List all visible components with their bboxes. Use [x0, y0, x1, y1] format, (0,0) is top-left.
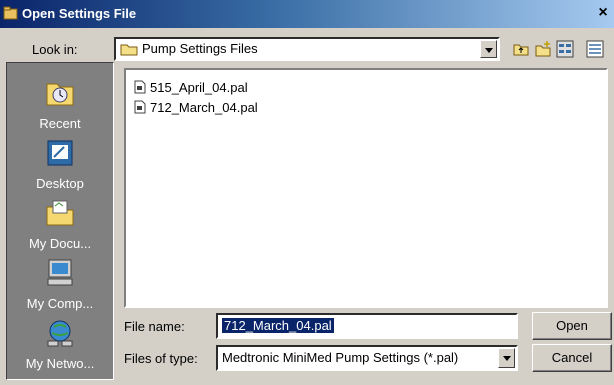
place-label: My Comp... — [26, 296, 94, 311]
open-button[interactable]: Open — [532, 312, 612, 340]
file-item[interactable]: 515_April_04.pal — [134, 78, 248, 96]
look-in-dropdown-arrow[interactable] — [480, 40, 497, 58]
places-bar: Recent Desktop My Docu... My Comp... My … — [6, 62, 114, 380]
files-of-type-dropdown-arrow[interactable] — [498, 348, 515, 368]
file-list[interactable]: 515_April_04.pal 712_March_04.pal — [124, 68, 608, 308]
place-my-documents[interactable]: My Docu... — [7, 197, 113, 251]
close-icon[interactable]: × — [594, 4, 612, 22]
file-name: 515_April_04.pal — [150, 79, 248, 95]
place-label: Desktop — [36, 176, 84, 191]
place-recent[interactable]: Recent — [7, 77, 113, 131]
place-label: My Netwo... — [25, 356, 95, 371]
file-item[interactable]: 712_March_04.pal — [134, 98, 258, 116]
details-view-icon[interactable] — [586, 40, 604, 58]
files-of-type-dropdown[interactable]: Medtronic MiniMed Pump Settings (*.pal) — [216, 345, 518, 371]
title-bar[interactable]: Open Settings File × — [0, 0, 614, 28]
place-my-computer[interactable]: My Comp... — [7, 257, 113, 311]
new-folder-icon[interactable] — [534, 40, 552, 58]
desktop-icon — [47, 140, 73, 166]
up-folder-icon[interactable] — [512, 40, 530, 58]
list-view-icon[interactable] — [556, 40, 574, 58]
my-documents-icon — [46, 200, 74, 226]
file-name: 712_March_04.pal — [150, 99, 258, 115]
place-label: Recent — [39, 116, 81, 131]
file-name-value: 712_March_04.pal — [222, 318, 334, 333]
cancel-button[interactable]: Cancel — [532, 344, 612, 372]
files-of-type-label: Files of type: — [124, 351, 198, 366]
place-my-network[interactable]: My Netwo... — [7, 317, 113, 371]
file-icon — [134, 100, 146, 114]
look-in-value: Pump Settings Files — [142, 41, 258, 56]
window-title: Open Settings File — [22, 6, 137, 21]
look-in-dropdown[interactable]: Pump Settings Files — [114, 37, 500, 61]
app-icon — [3, 6, 18, 20]
file-name-input[interactable]: 712_March_04.pal — [216, 313, 518, 339]
recent-icon — [46, 83, 74, 106]
folder-icon — [120, 44, 138, 56]
files-of-type-value: Medtronic MiniMed Pump Settings (*.pal) — [222, 350, 459, 365]
file-icon — [134, 80, 146, 94]
my-network-icon — [47, 320, 73, 347]
place-desktop[interactable]: Desktop — [7, 137, 113, 191]
place-label: My Docu... — [28, 236, 92, 251]
file-name-label: File name: — [124, 319, 185, 334]
my-computer-icon — [47, 259, 73, 286]
look-in-label: Look in: — [32, 42, 78, 57]
